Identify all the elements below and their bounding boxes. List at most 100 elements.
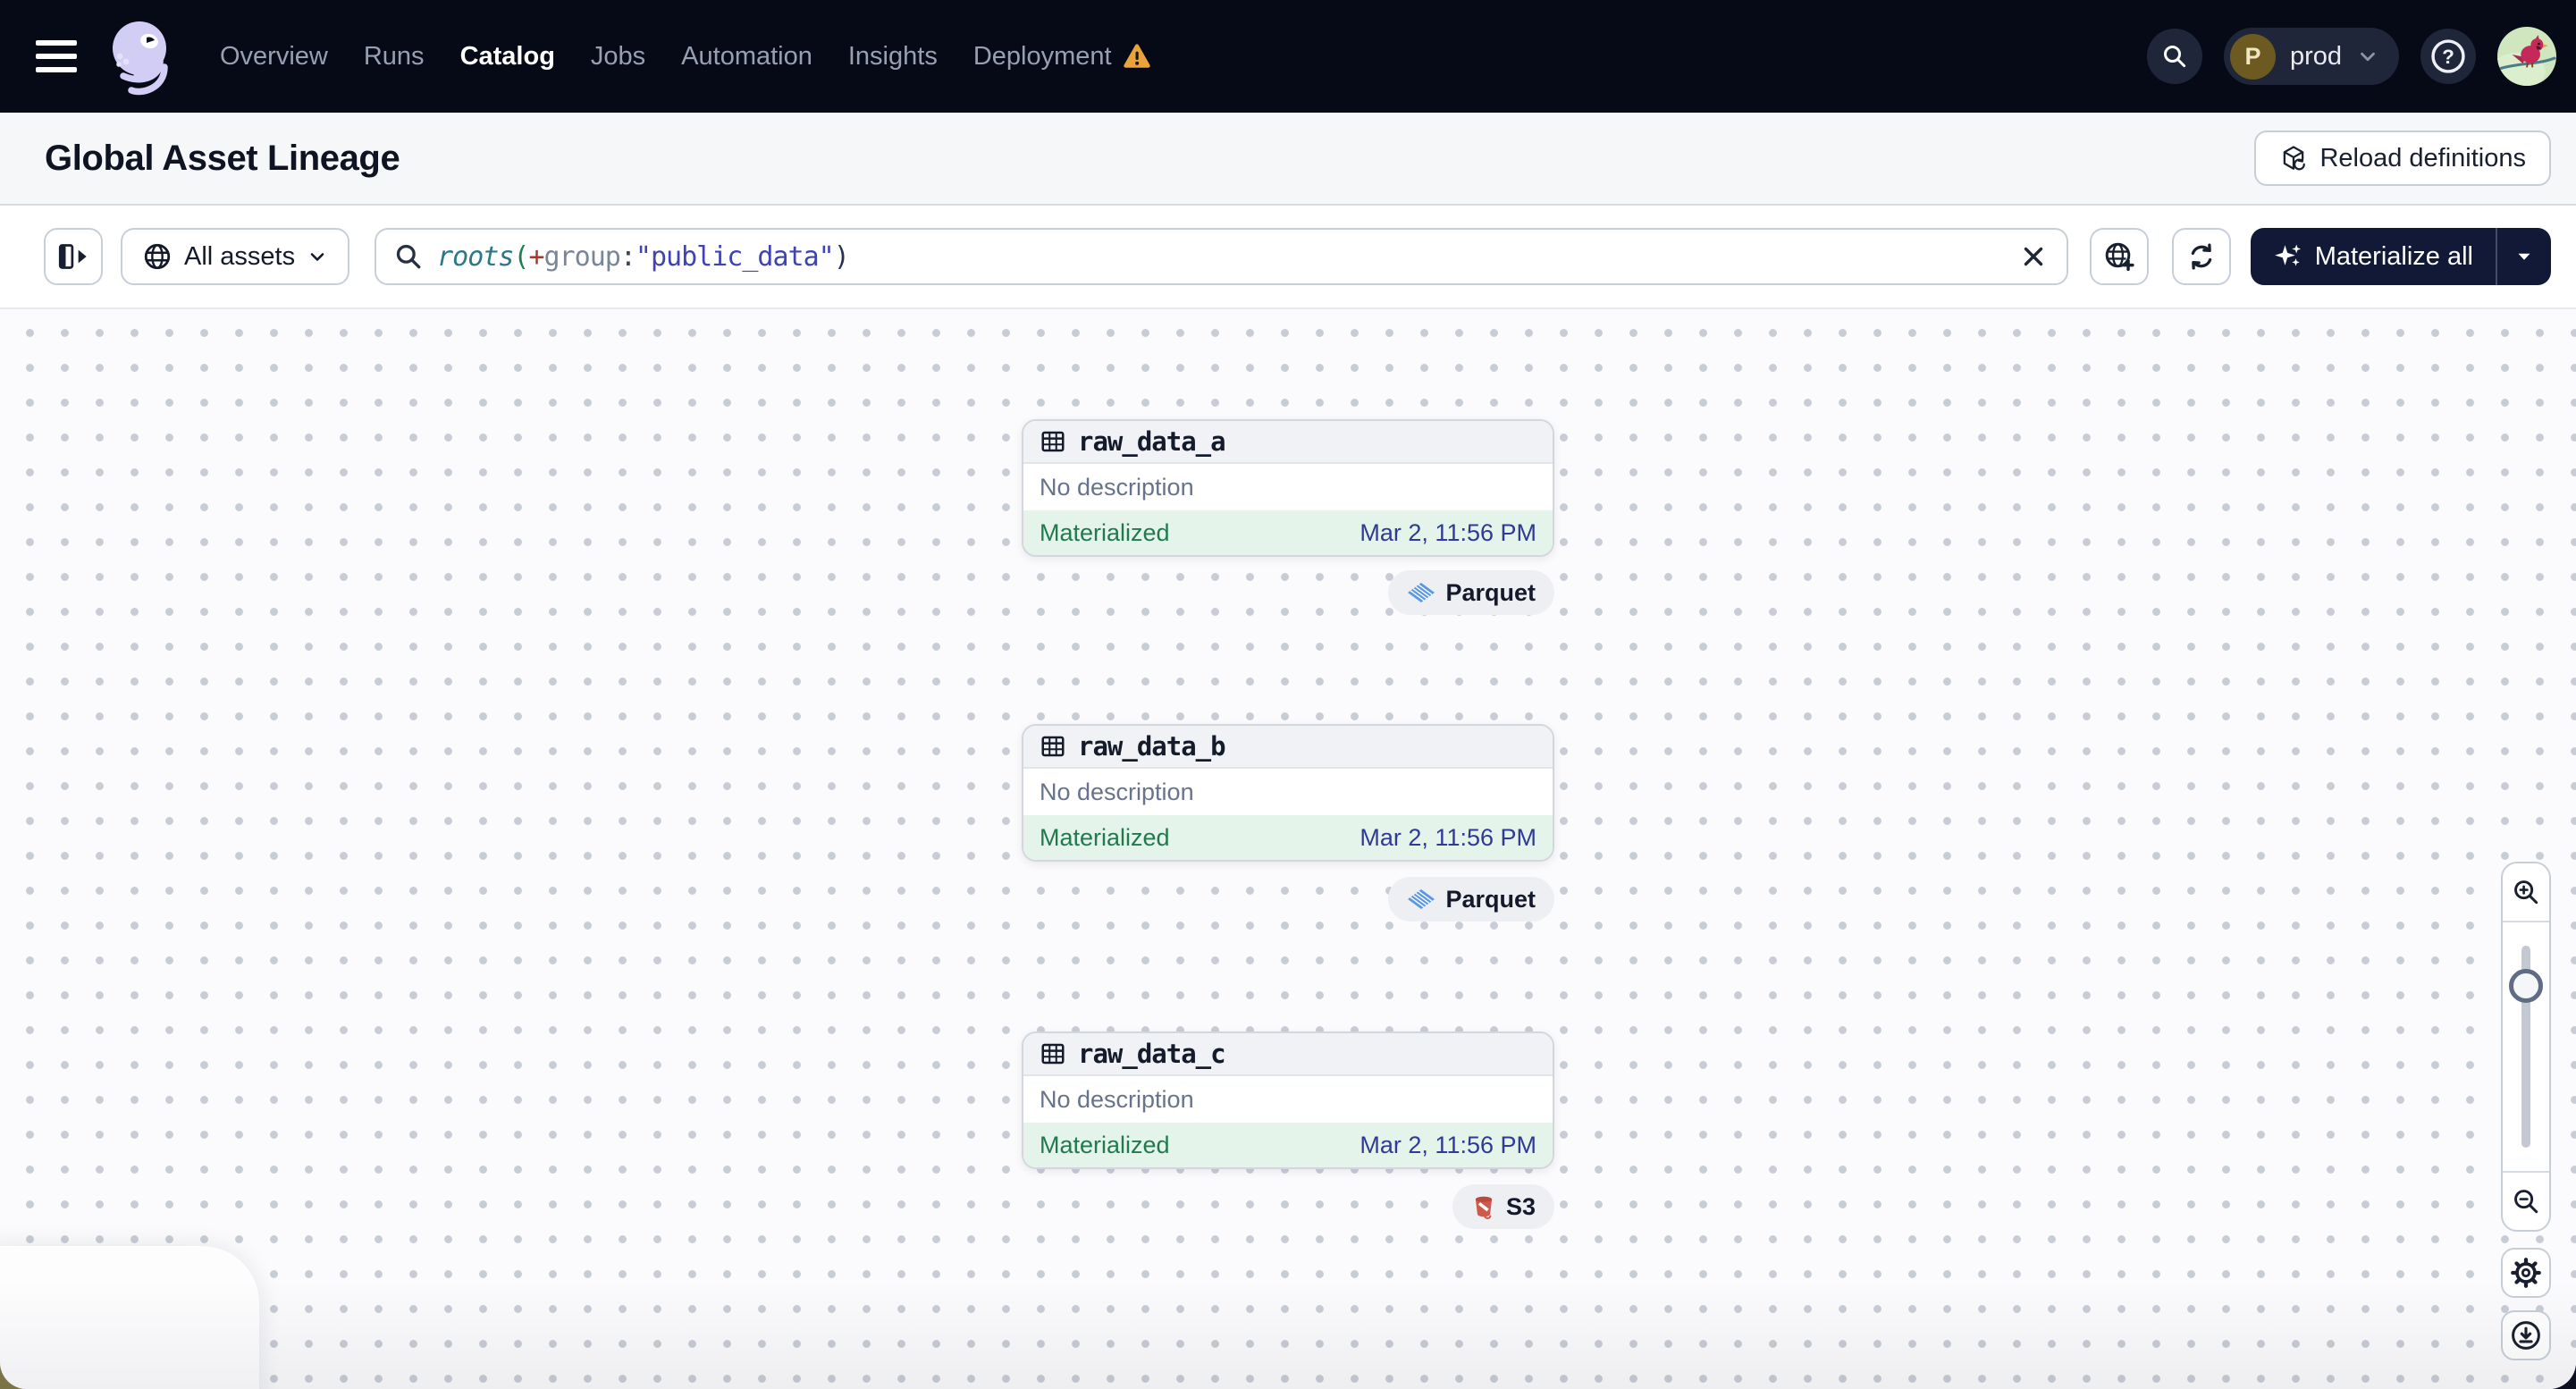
- asset-tag-s3[interactable]: S3: [1452, 1184, 1554, 1229]
- asset-node-header: raw_data_b: [1023, 726, 1553, 769]
- asset-node-header: raw_data_c: [1023, 1033, 1553, 1076]
- help-icon: ?: [2431, 39, 2465, 73]
- zoom-slider-handle[interactable]: [2509, 969, 2543, 1003]
- asset-scope-label: All assets: [184, 241, 296, 271]
- zoom-out-icon: [2514, 1190, 2538, 1214]
- asset-node-raw-data-a[interactable]: raw_data_a No description Materialized M…: [1022, 419, 1554, 557]
- asset-node-footer: Materialized Mar 2, 11:56 PM: [1023, 510, 1553, 555]
- globe-plus-icon: [2105, 242, 2134, 272]
- asset-selection-input[interactable]: roots(+group:"public_data"): [375, 228, 2068, 285]
- nav-item-overview[interactable]: Overview: [220, 42, 328, 72]
- asset-name: raw_data_b: [1078, 731, 1226, 762]
- refresh-button[interactable]: [2171, 228, 2231, 285]
- navbar-right-cluster: P prod ?: [2146, 27, 2556, 86]
- page-header: Global Asset Lineage Reload definitions: [0, 113, 2576, 206]
- asset-tag-label: S3: [1505, 1192, 1536, 1220]
- asset-status-timestamp[interactable]: Mar 2, 11:56 PM: [1360, 824, 1536, 852]
- table-asset-icon: [1041, 431, 1065, 452]
- asset-node-raw-data-b[interactable]: raw_data_b No description Materialized M…: [1022, 724, 1554, 862]
- panel-toggle-icon: [58, 244, 87, 269]
- table-asset-icon: [1041, 736, 1065, 757]
- page-title: Global Asset Lineage: [45, 138, 400, 178]
- environment-label: prod: [2289, 41, 2342, 71]
- asset-status: Materialized: [1040, 518, 1170, 546]
- asset-node-body: No description: [1023, 464, 1553, 510]
- sparkles-icon: [2274, 244, 2301, 266]
- warning-icon: [1123, 44, 1150, 68]
- nav-item-insights[interactable]: Insights: [848, 42, 938, 72]
- asset-tag-label: Parquet: [1445, 885, 1536, 913]
- environment-initial-badge: P: [2229, 33, 2276, 80]
- asset-node-header: raw_data_a: [1023, 421, 1553, 464]
- asset-tag-parquet[interactable]: Parquet: [1388, 877, 1554, 922]
- menu-icon[interactable]: [36, 40, 77, 72]
- query-token-string: "public_data": [635, 240, 835, 273]
- download-graph-button[interactable]: [2501, 1310, 2551, 1360]
- svg-text:?: ?: [2442, 46, 2454, 68]
- chevron-down-icon: [310, 253, 324, 261]
- zoom-out-button[interactable]: [2503, 1173, 2549, 1230]
- s3-icon: [1475, 1196, 1493, 1219]
- asset-status: Materialized: [1040, 1131, 1170, 1158]
- reload-cube-icon: [2284, 146, 2306, 171]
- environment-switcher[interactable]: P prod: [2223, 28, 2399, 85]
- asset-scope-dropdown[interactable]: All assets: [121, 228, 350, 285]
- zoom-slider[interactable]: [2503, 921, 2549, 1173]
- open-left-panel-button[interactable]: [44, 228, 103, 285]
- materialize-all-split-button: Materialize all: [2250, 228, 2551, 285]
- zoom-controls: [2501, 862, 2551, 1232]
- reload-definitions-label: Reload definitions: [2319, 143, 2526, 173]
- nav-item-jobs[interactable]: Jobs: [591, 42, 645, 72]
- materialize-all-button[interactable]: Materialize all: [2251, 228, 2496, 285]
- cardinal-bird-avatar: [2497, 27, 2556, 86]
- minimap-panel: [0, 1246, 259, 1389]
- table-asset-icon: [1041, 1043, 1065, 1065]
- asset-node-footer: Materialized Mar 2, 11:56 PM: [1023, 1123, 1553, 1167]
- asset-selection-query: roots(+group:"public_data"): [437, 240, 850, 273]
- asset-description: No description: [1040, 778, 1194, 805]
- chevron-down-icon: [2361, 52, 2375, 62]
- asset-node-body: No description: [1023, 769, 1553, 815]
- lineage-graph-canvas[interactable]: raw_data_a No description Materialized M…: [0, 309, 2576, 1389]
- query-token-plus: +: [528, 240, 544, 273]
- top-navbar: Overview Runs Catalog Jobs Automation In…: [0, 0, 2576, 113]
- help-button[interactable]: ?: [2420, 29, 2476, 84]
- asset-node-body: No description: [1023, 1076, 1553, 1123]
- asset-description: No description: [1040, 1085, 1194, 1113]
- caret-down-icon: [2518, 253, 2530, 260]
- graph-settings-button[interactable]: [2501, 1248, 2551, 1298]
- parquet-icon: [1408, 889, 1435, 909]
- download-icon: [2512, 1321, 2540, 1350]
- asset-name: raw_data_c: [1078, 1039, 1226, 1069]
- reload-definitions-button[interactable]: Reload definitions: [2254, 130, 2551, 186]
- nav-links: Overview Runs Catalog Jobs Automation In…: [220, 42, 1151, 72]
- query-token-fn: roots: [437, 240, 514, 273]
- user-avatar[interactable]: [2497, 27, 2556, 86]
- search-button[interactable]: [2146, 29, 2202, 84]
- asset-status-timestamp[interactable]: Mar 2, 11:56 PM: [1360, 519, 1536, 547]
- asset-status-timestamp[interactable]: Mar 2, 11:56 PM: [1360, 1132, 1536, 1159]
- zoom-in-button[interactable]: [2503, 863, 2549, 921]
- create-catalog-view-button[interactable]: [2089, 228, 2149, 285]
- asset-node-raw-data-c[interactable]: raw_data_c No description Materialized M…: [1022, 1031, 1554, 1169]
- nav-item-deployment[interactable]: Deployment: [973, 42, 1112, 72]
- dagster-app-window: Overview Runs Catalog Jobs Automation In…: [0, 0, 2576, 1389]
- query-token-attr: group: [543, 240, 621, 273]
- globe-icon: [144, 243, 171, 270]
- zoom-in-icon: [2514, 880, 2538, 905]
- materialize-options-button[interactable]: [2497, 228, 2551, 285]
- materialize-all-label: Materialize all: [2314, 241, 2473, 271]
- close-icon: [2024, 247, 2042, 266]
- asset-description: No description: [1040, 473, 1194, 501]
- asset-node-footer: Materialized Mar 2, 11:56 PM: [1023, 815, 1553, 860]
- asset-tag-parquet[interactable]: Parquet: [1388, 570, 1554, 615]
- dagster-logo[interactable]: [100, 16, 181, 97]
- nav-item-catalog[interactable]: Catalog: [460, 42, 555, 72]
- refresh-icon: [2191, 243, 2211, 270]
- search-icon: [2163, 45, 2186, 68]
- query-token-paren-open: (: [513, 240, 529, 273]
- query-token-paren-close: ): [833, 240, 850, 273]
- nav-item-runs[interactable]: Runs: [364, 42, 425, 72]
- nav-item-automation[interactable]: Automation: [681, 42, 812, 72]
- clear-search-button[interactable]: [2018, 241, 2049, 272]
